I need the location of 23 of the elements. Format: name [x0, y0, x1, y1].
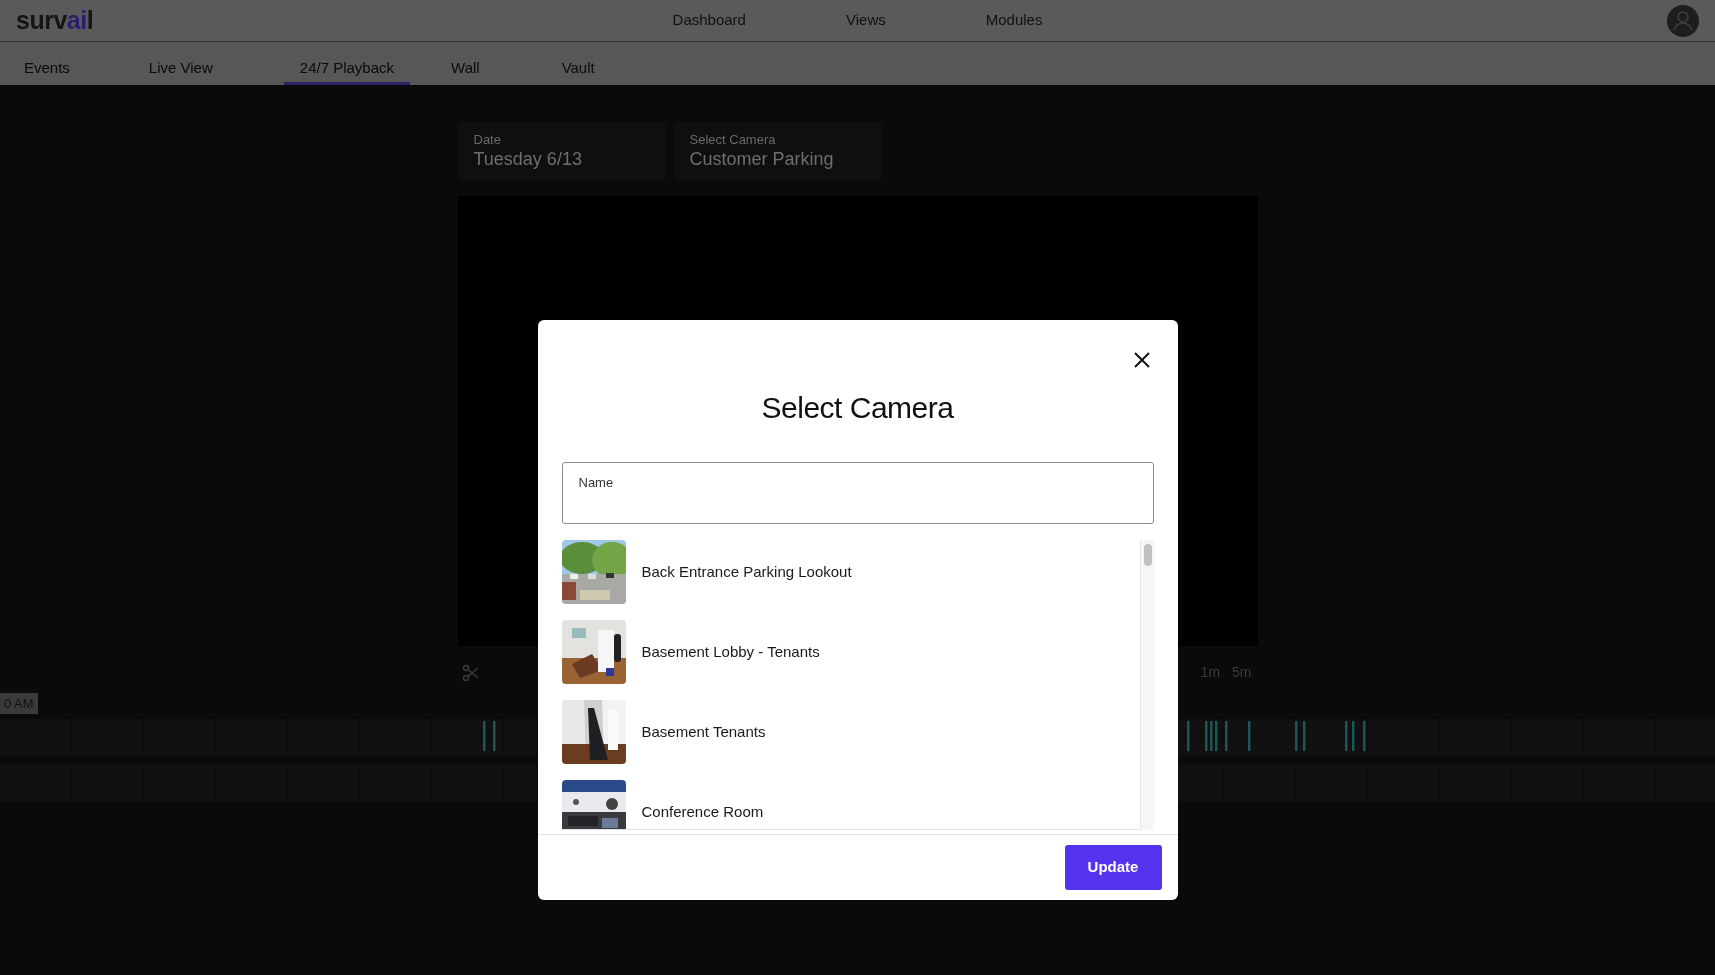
dropdown-field[interactable]: Select Camera Customer Parking	[673, 122, 882, 180]
camera-item[interactable]: Back Entrance Parking Lookout	[641, 540, 852, 604]
update-button[interactable]: Update	[1064, 845, 1162, 890]
tab[interactable]: 24/7 Playback	[283, 42, 411, 85]
modal-title: Select Camera	[761, 391, 954, 424]
scissors-icon[interactable]	[461, 663, 480, 682]
camera-item[interactable]: Basement Lobby - Tenants	[641, 620, 820, 684]
dropdown-field[interactable]: Date Tuesday 6/13	[457, 122, 666, 180]
timeline-drawing[interactable]	[0, 719, 537, 804]
tab[interactable]: Events	[8, 42, 86, 85]
tab[interactable]: Wall	[435, 42, 496, 85]
camera-item[interactable]: Conference Room	[641, 780, 764, 829]
nav-link[interactable]: Dashboard	[622, 9, 796, 32]
name-field[interactable]: Name	[561, 462, 1154, 524]
logo[interactable]: survail	[16, 8, 94, 33]
avatar-icon[interactable]	[1667, 4, 1699, 37]
timeline-drawing[interactable]	[1177, 719, 1715, 804]
tab[interactable]: Live View	[132, 42, 229, 85]
tab[interactable]: Vault	[545, 42, 611, 85]
nav-link[interactable]: Modules	[935, 9, 1093, 32]
scrollbar[interactable]	[1139, 540, 1154, 830]
nav-link[interactable]: Views	[795, 9, 936, 32]
camera-item[interactable]: Basement Tenants	[641, 700, 766, 764]
